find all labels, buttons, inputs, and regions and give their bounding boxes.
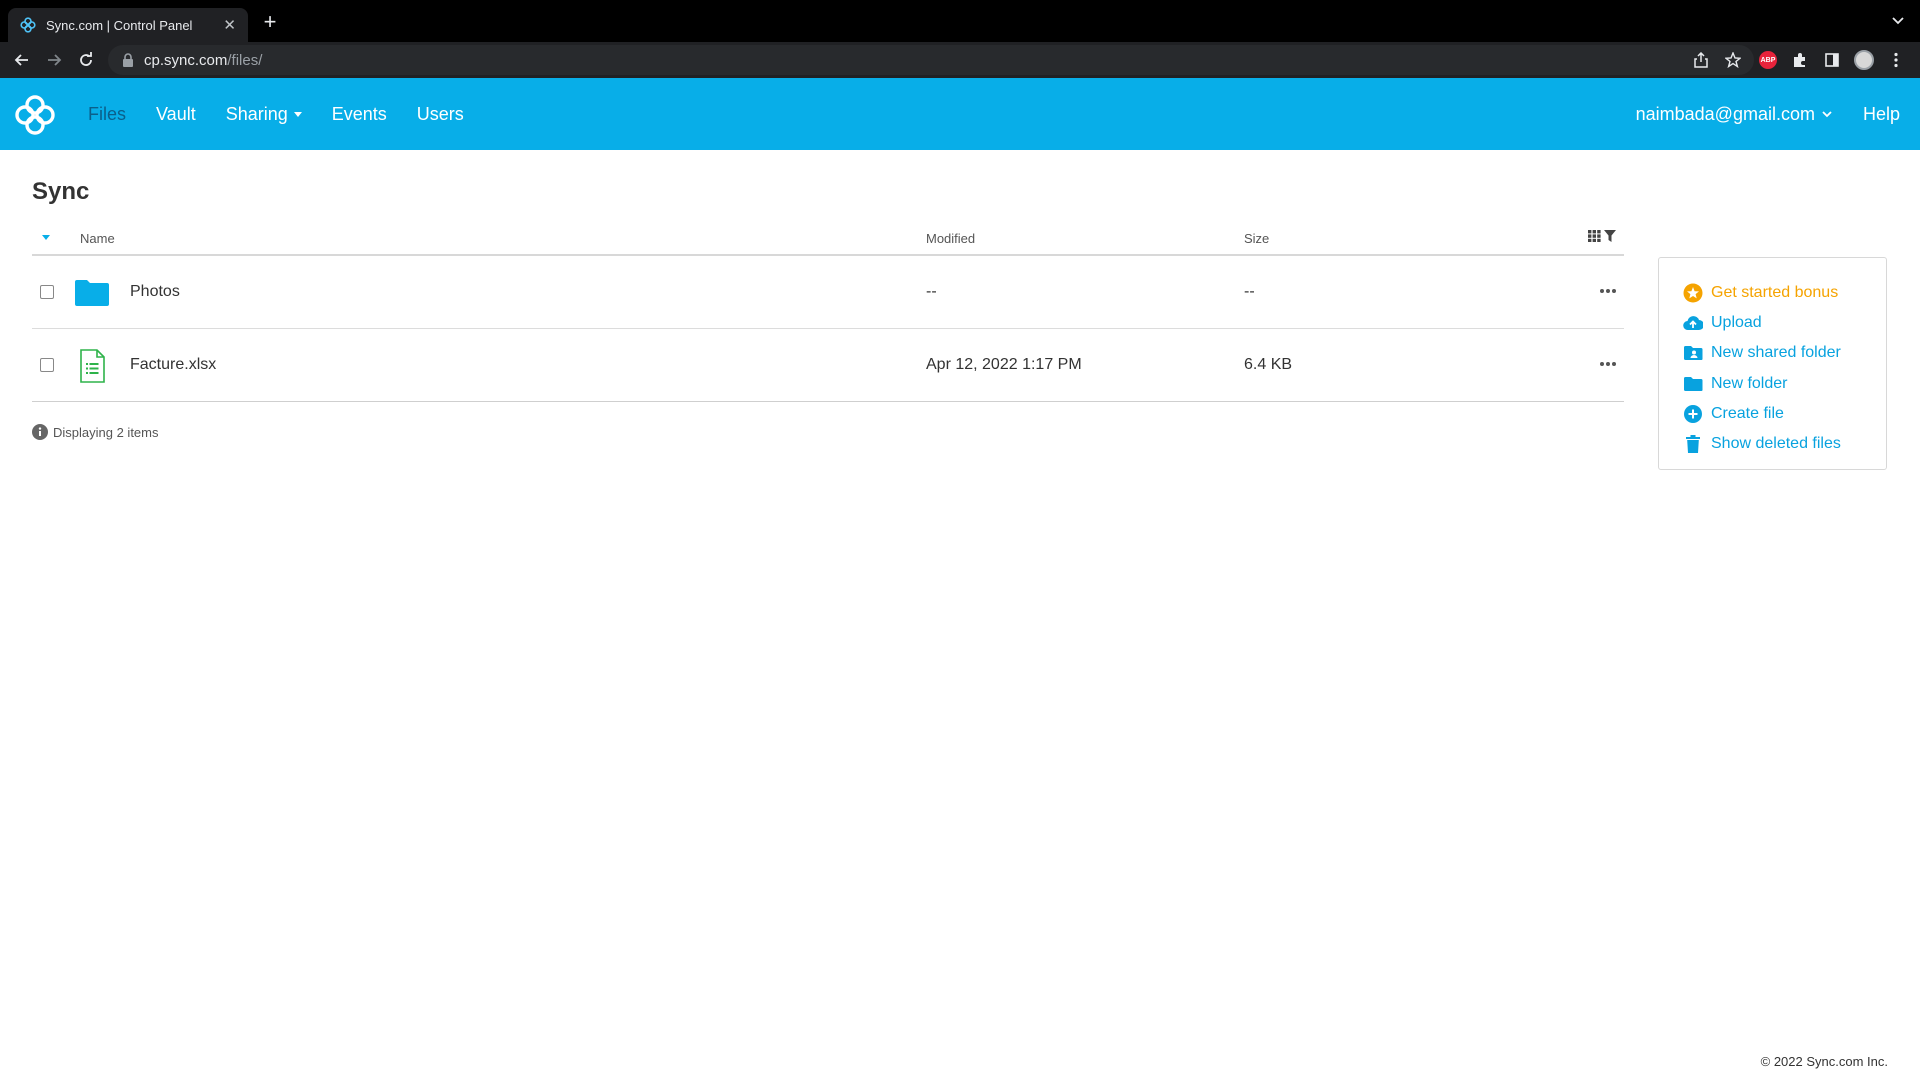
show-deleted-files-link[interactable]: Show deleted files — [1683, 429, 1886, 459]
table-header: Name Modified Size — [32, 222, 1624, 256]
help-link[interactable]: Help — [1863, 104, 1900, 125]
new-folder-link[interactable]: New folder — [1683, 369, 1886, 399]
folder-icon — [1683, 374, 1703, 394]
browser-tab-title: Sync.com | Control Panel — [46, 17, 193, 33]
browser-toolbar: cp.sync.com/files/ ABP — [0, 42, 1920, 78]
action-label: Create file — [1711, 404, 1784, 422]
action-label: New shared folder — [1711, 344, 1841, 362]
column-modified[interactable]: Modified — [926, 231, 975, 246]
file-modified: -- — [926, 283, 937, 300]
file-modified: Apr 12, 2022 1:17 PM — [926, 356, 1082, 373]
nav-vault[interactable]: Vault — [156, 104, 196, 125]
file-name[interactable]: Photos — [130, 283, 180, 301]
actions-panel: Get started bonus Upload New shared fold… — [1658, 257, 1887, 470]
url-path: /files/ — [227, 51, 263, 69]
file-size: 6.4 KB — [1244, 356, 1293, 373]
forward-arrow-icon[interactable] — [42, 48, 66, 72]
extensions-puzzle-icon[interactable] — [1788, 48, 1812, 72]
browser-menu-kebab-icon[interactable] — [1884, 48, 1908, 72]
sort-caret-icon[interactable] — [42, 235, 50, 240]
bookmark-star-icon[interactable] — [1722, 49, 1744, 71]
create-file-link[interactable]: Create file — [1683, 399, 1886, 429]
filter-icon[interactable] — [1604, 230, 1616, 242]
sync-favicon-icon — [20, 17, 36, 33]
action-label: New folder — [1711, 374, 1788, 392]
table-row[interactable]: Photos -- -- — [32, 256, 1624, 329]
share-icon[interactable] — [1690, 49, 1712, 71]
folder-icon — [75, 280, 109, 306]
item-count-text: Displaying 2 items — [53, 424, 159, 440]
spreadsheet-file-icon — [80, 349, 105, 383]
user-menu[interactable]: naimbada@gmail.com — [1636, 104, 1833, 125]
caret-down-icon — [293, 111, 302, 117]
column-size[interactable]: Size — [1244, 231, 1269, 246]
row-checkbox[interactable] — [40, 358, 54, 372]
nav-users-label: Users — [416, 103, 464, 124]
profile-avatar[interactable] — [1852, 48, 1876, 72]
reload-icon[interactable] — [74, 48, 98, 72]
file-size: -- — [1244, 283, 1255, 300]
page-title: Sync — [32, 178, 90, 205]
action-label: Upload — [1711, 314, 1762, 332]
side-panel-icon[interactable] — [1820, 48, 1844, 72]
cloud-upload-icon — [1683, 313, 1703, 333]
nav-sharing-label: Sharing — [225, 103, 288, 124]
address-bar[interactable]: cp.sync.com/files/ — [108, 45, 1754, 75]
trash-icon — [1683, 434, 1703, 454]
lock-icon — [123, 53, 133, 67]
column-name[interactable]: Name — [80, 231, 115, 246]
more-options-icon[interactable] — [1598, 284, 1618, 298]
back-arrow-icon[interactable] — [10, 48, 34, 72]
new-tab-icon[interactable]: + — [258, 11, 282, 35]
star-badge-icon — [1683, 283, 1703, 303]
close-tab-icon[interactable]: ✕ — [223, 16, 236, 34]
main-nav: Files Vault Sharing Events Users — [88, 78, 494, 150]
adblock-badge: ABP — [1759, 51, 1777, 69]
file-table: Name Modified Size Photos -- -- Facture.… — [32, 222, 1624, 402]
nav-sharing[interactable]: Sharing — [226, 104, 302, 125]
nav-users[interactable]: Users — [417, 104, 464, 125]
sync-logo-icon[interactable] — [14, 94, 56, 136]
info-icon — [32, 424, 48, 440]
item-count: Displaying 2 items — [32, 424, 159, 440]
row-checkbox[interactable] — [40, 285, 54, 299]
url-host: cp.sync.com — [144, 51, 228, 69]
adblock-extension-icon[interactable]: ABP — [1756, 48, 1780, 72]
get-started-bonus-link[interactable]: Get started bonus — [1683, 278, 1886, 308]
table-row[interactable]: Facture.xlsx Apr 12, 2022 1:17 PM 6.4 KB — [32, 329, 1624, 402]
tab-search-chevron-icon[interactable] — [1890, 12, 1906, 28]
app-header: Files Vault Sharing Events Users naimbad… — [0, 78, 1920, 150]
action-label: Get started bonus — [1711, 284, 1839, 302]
nav-files-label: Files — [88, 103, 127, 124]
browser-tab-strip: Sync.com | Control Panel ✕ + — [0, 0, 1920, 42]
new-shared-folder-link[interactable]: New shared folder — [1683, 338, 1886, 368]
shared-folder-icon — [1683, 343, 1703, 363]
upload-link[interactable]: Upload — [1683, 308, 1886, 338]
more-options-icon[interactable] — [1598, 357, 1618, 371]
grid-view-icon[interactable] — [1588, 230, 1601, 242]
nav-files[interactable]: Files — [88, 104, 126, 125]
plus-circle-icon — [1683, 404, 1703, 424]
file-name[interactable]: Facture.xlsx — [130, 356, 216, 374]
nav-events[interactable]: Events — [332, 104, 387, 125]
nav-vault-label: Vault — [156, 103, 196, 124]
nav-events-label: Events — [331, 103, 387, 124]
user-email: naimbada@gmail.com — [1635, 103, 1815, 124]
action-label: Show deleted files — [1711, 435, 1841, 453]
browser-tab[interactable]: Sync.com | Control Panel ✕ — [8, 8, 248, 42]
footer-copyright: © 2022 Sync.com Inc. — [1760, 1054, 1888, 1069]
chevron-down-icon — [1822, 111, 1832, 118]
